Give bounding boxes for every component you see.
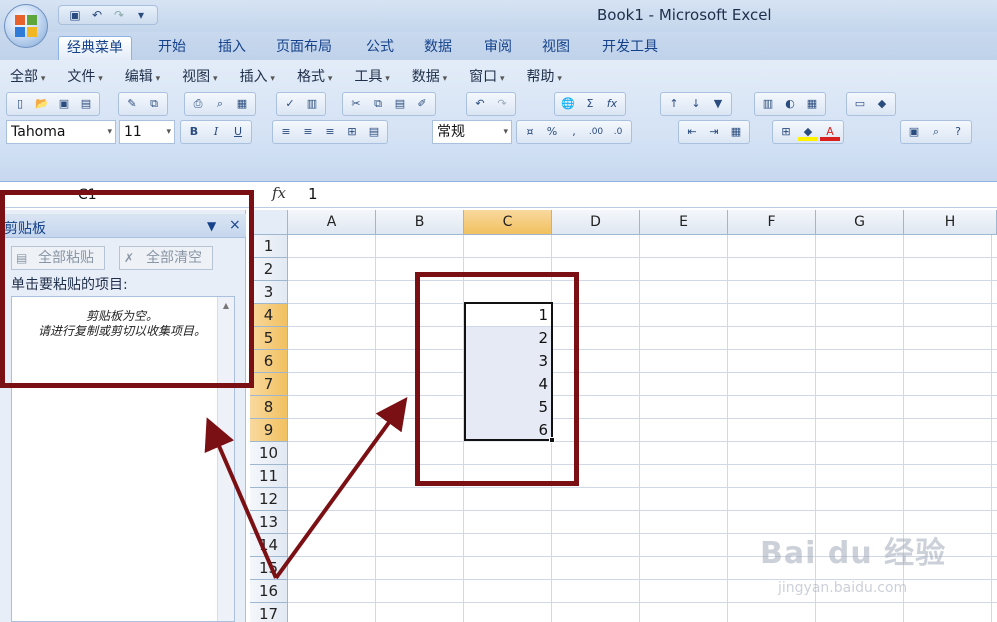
office-button[interactable] [4, 4, 48, 48]
watermark-url: jingyan.baidu.com [778, 580, 908, 596]
office-logo-icon [15, 15, 37, 37]
arrow-to-cells [274, 397, 408, 580]
watermark-logo: Bai du 经验 [760, 536, 947, 571]
arrow-to-clipboard [204, 417, 278, 579]
